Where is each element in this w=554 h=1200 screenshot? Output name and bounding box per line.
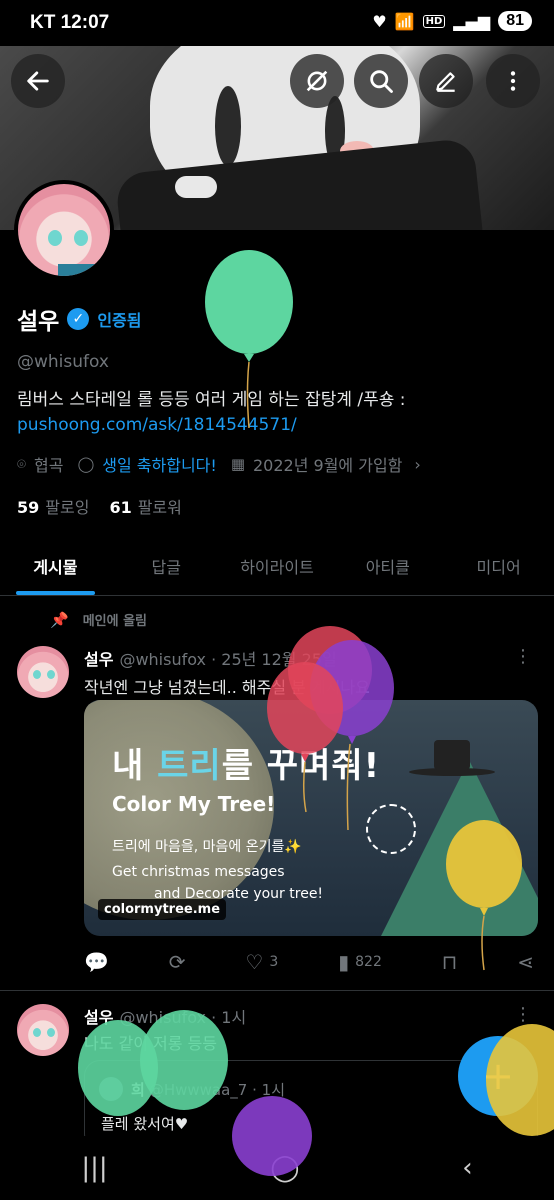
bookmark-button[interactable]: ⊓ [442, 950, 458, 974]
like-button[interactable]: ♡ 3 [245, 950, 278, 974]
pinned-label: 메인에 올림 [82, 614, 148, 629]
post-header: 설우 @whisufox · 25년 12월 25일 [84, 646, 337, 670]
post-header: 설우 @whisufox · 1시 [84, 1004, 246, 1028]
profile-bio: 림버스 스타레일 롤 등등 여러 게임 하는 잡탕계 /푸숑 : pushoon… [17, 388, 537, 438]
view-count: 822 [355, 954, 382, 970]
tab-media[interactable]: 미디어 [443, 538, 554, 595]
profile-tabs: 게시물 답글 하이라이트 아티클 미디어 [0, 538, 554, 596]
post-avatar[interactable] [17, 646, 69, 698]
battery-indicator: 81 [498, 11, 532, 31]
quoted-header: 희 @Hwwwaa_7 · 1시 [131, 1081, 285, 1099]
pencil-icon [436, 72, 455, 92]
heart-outline-icon: ♡ [245, 950, 264, 974]
card-domain: colormytree.me [98, 899, 227, 920]
post-actions: 💬 ⟳ ♡ 3 ▮ 822 ⊓ ⋖ [84, 950, 534, 974]
wifi-icon: 📶 [394, 11, 415, 31]
repost-icon: ⟳ [168, 950, 186, 974]
profile-location: 협곡 [34, 456, 64, 475]
birthday-link[interactable]: 생일 축하합니다! [102, 452, 217, 476]
verified-label[interactable]: 인증됨 [97, 307, 141, 331]
post-author-name[interactable]: 설우 [84, 650, 113, 669]
search-button[interactable] [354, 54, 408, 108]
recent-apps-icon[interactable]: ||| [81, 1153, 107, 1183]
tab-posts[interactable]: 게시물 [0, 538, 111, 595]
card-line-1: 트리에 마음을, 마음에 온기를✨ [112, 839, 302, 855]
quoted-avatar [99, 1077, 123, 1101]
reply-button[interactable]: 💬 [84, 950, 109, 974]
post-divider [0, 990, 554, 991]
arrow-left-icon [27, 71, 49, 91]
like-count: 3 [269, 954, 279, 970]
card-title: 내 트리를 꾸며줘! [112, 746, 381, 786]
bio-link[interactable]: pushoong.com/ask/1814544571/ [17, 415, 297, 435]
more-vertical-icon [510, 71, 516, 91]
grok-button[interactable] [290, 54, 344, 108]
post-text: 나도 같이 저롱 등등 [84, 1034, 218, 1053]
bookmark-icon: ⊓ [441, 950, 458, 974]
share-icon: ⋖ [517, 950, 534, 974]
status-carrier-time: KT 12:07 [30, 12, 110, 33]
balloon-icon: ◯ [77, 455, 95, 473]
card-subtitle: Color My Tree! [112, 792, 276, 816]
tab-highlights[interactable]: 하이라이트 [222, 538, 333, 595]
search-icon [370, 70, 393, 93]
verified-badge-icon[interactable]: ✓ [67, 308, 90, 330]
calendar-icon: ▦ [230, 455, 245, 473]
profile-meta: ⌾ 협곡 ◯ 생일 축하합니다! ▦ 2022년 9월에 가입함 › [17, 452, 421, 476]
post-time[interactable]: · 1시 [211, 1008, 246, 1027]
nav-back-icon[interactable]: ‹ [462, 1153, 472, 1183]
views-button[interactable]: ▮ 822 [338, 950, 382, 974]
back-button[interactable] [11, 54, 65, 108]
link-card[interactable]: 내 트리를 꾸며줘! Color My Tree! 트리에 마음을, 마음에 온… [84, 700, 538, 936]
slash-circle-icon [306, 70, 328, 92]
pinned-indicator: 📌 메인에 올림 [50, 610, 148, 630]
post-author-handle[interactable]: @whisufox [119, 650, 206, 669]
repost-button[interactable]: ⟳ [169, 950, 186, 974]
followers-link[interactable]: 61 팔로워 [109, 494, 181, 518]
profile-name-row: 설우 ✓ 인증됨 [17, 302, 142, 336]
share-button[interactable]: ⋖ [517, 950, 534, 974]
edit-button[interactable] [419, 54, 473, 108]
heart-icon: ♥ [372, 11, 387, 31]
post-avatar[interactable] [17, 1004, 69, 1056]
joined-date: 2022년 9월에 가입함 [253, 456, 403, 475]
chevron-right-icon[interactable]: › [414, 455, 420, 474]
bar-chart-icon: ▮ [338, 950, 350, 974]
plus-icon: + [482, 1054, 514, 1098]
status-icons: ♥ 📶 HD ▂▄▆ 81 [372, 11, 532, 31]
home-icon[interactable]: ◯ [270, 1153, 299, 1183]
tab-replies[interactable]: 답글 [111, 538, 222, 595]
post-author-handle[interactable]: @whisufox [119, 1008, 206, 1027]
follow-stats: 59 팔로잉 61 팔로워 [17, 494, 182, 518]
system-nav-bar: ||| ◯ ‹ [0, 1136, 554, 1200]
profile-avatar[interactable] [14, 180, 114, 280]
quoted-text: 플레 왔서여♥ [101, 1115, 189, 1133]
location-icon: ⌾ [17, 455, 27, 473]
network-label: HD [422, 14, 446, 28]
signal-icon: ▂▄▆ [453, 11, 491, 31]
post-more-icon[interactable]: ⋮ [514, 646, 532, 667]
pin-icon: 📌 [50, 610, 69, 629]
bio-text: 림버스 스타레일 롤 등등 여러 게임 하는 잡탕계 /푸숑 : [17, 390, 406, 410]
post-author-name[interactable]: 설우 [84, 1008, 113, 1027]
tab-articles[interactable]: 아티클 [332, 538, 443, 595]
more-button[interactable] [486, 54, 540, 108]
post-time[interactable]: · 25년 12월 25일 [211, 650, 337, 669]
profile-name: 설우 [17, 309, 60, 335]
reply-icon: 💬 [84, 950, 109, 974]
compose-button[interactable]: + [458, 1036, 538, 1116]
post-more-icon[interactable]: ⋮ [514, 1004, 532, 1025]
profile-handle: @whisufox [17, 352, 109, 372]
status-bar: KT 12:07 ♥ 📶 HD ▂▄▆ 81 [0, 0, 554, 46]
following-link[interactable]: 59 팔로잉 [17, 494, 89, 518]
card-line-2: Get christmas messages [112, 864, 285, 880]
post-text: 작년엔 그냥 넘겼는데.. 해주실 분 계시나요 [84, 678, 370, 697]
